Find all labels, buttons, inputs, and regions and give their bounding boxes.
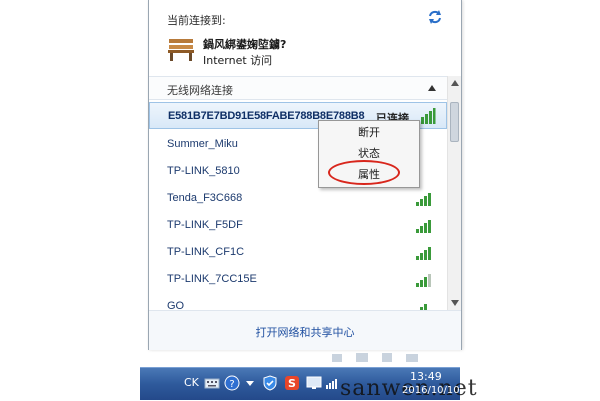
wifi-signal-icon xyxy=(416,220,431,233)
network-row[interactable]: TP-LINK_CF1C xyxy=(149,239,447,266)
wifi-signal-icon xyxy=(416,274,431,287)
chevron-up-icon[interactable] xyxy=(427,84,437,92)
current-connection: 当前连接到: 鍋风綁鍙婅埅鐪? Internet 访问 xyxy=(149,0,461,75)
refresh-icon[interactable] xyxy=(427,9,443,25)
list-scrollbar[interactable] xyxy=(447,76,461,310)
network-tray-icon[interactable] xyxy=(324,375,340,391)
display-icon[interactable] xyxy=(306,375,322,391)
wireless-section-header[interactable]: 无线网络连接 xyxy=(149,76,461,100)
keyboard-icon[interactable] xyxy=(204,375,220,391)
network-ssid: GO xyxy=(167,300,185,310)
svg-text:S: S xyxy=(288,377,296,390)
scroll-down-icon[interactable] xyxy=(451,300,459,306)
help-icon[interactable]: ? xyxy=(224,375,240,391)
network-row[interactable]: GO xyxy=(149,293,447,310)
network-row[interactable]: TP-LINK_7CC15E xyxy=(149,266,447,293)
network-row[interactable]: TP-LINK_F5DF xyxy=(149,212,447,239)
current-network-status: Internet 访问 xyxy=(203,54,273,67)
network-ssid: TP-LINK_7CC15E xyxy=(167,273,257,285)
sogou-input-icon[interactable]: S xyxy=(284,375,300,391)
wireless-section-title: 无线网络连接 xyxy=(167,84,233,97)
network-ssid: Summer_Miku xyxy=(167,138,238,150)
menu-item-disconnect[interactable]: 断开 xyxy=(319,123,419,143)
current-network-name: 鍋风綁鍙婅埅鐪? xyxy=(203,38,287,51)
current-connection-label: 当前连接到: xyxy=(167,14,226,27)
taskbar: CK ? S sanwen.net 13:49 2016/10/10 xyxy=(140,367,477,401)
open-network-center-link[interactable]: 打开网络和共享中心 xyxy=(149,324,461,340)
scroll-up-icon[interactable] xyxy=(451,80,459,86)
clock-time[interactable]: 13:49 xyxy=(410,370,442,383)
network-row[interactable]: Tenda_F3C668 xyxy=(149,185,447,212)
wifi-signal-icon xyxy=(416,247,431,260)
network-ssid: TP-LINK_CF1C xyxy=(167,246,245,258)
scrollbar-thumb[interactable] xyxy=(450,102,459,142)
tray-ghost-icons xyxy=(332,353,418,362)
highlight-ring xyxy=(328,160,400,185)
network-ssid: TP-LINK_F5DF xyxy=(167,219,243,231)
dropdown-icon[interactable] xyxy=(242,375,258,391)
flyout-footer: 打开网络和共享中心 xyxy=(149,310,461,350)
network-ssid: Tenda_F3C668 xyxy=(167,192,243,204)
shield-icon[interactable] xyxy=(262,375,278,391)
svg-text:?: ? xyxy=(229,379,234,390)
wifi-signal-icon xyxy=(416,193,431,206)
input-language[interactable]: CK xyxy=(184,376,199,389)
bench-network-icon xyxy=(168,39,194,61)
clock-date[interactable]: 2016/10/10 xyxy=(402,385,460,396)
wifi-signal-icon xyxy=(420,304,427,310)
network-ssid: TP-LINK_5810 xyxy=(167,165,240,177)
